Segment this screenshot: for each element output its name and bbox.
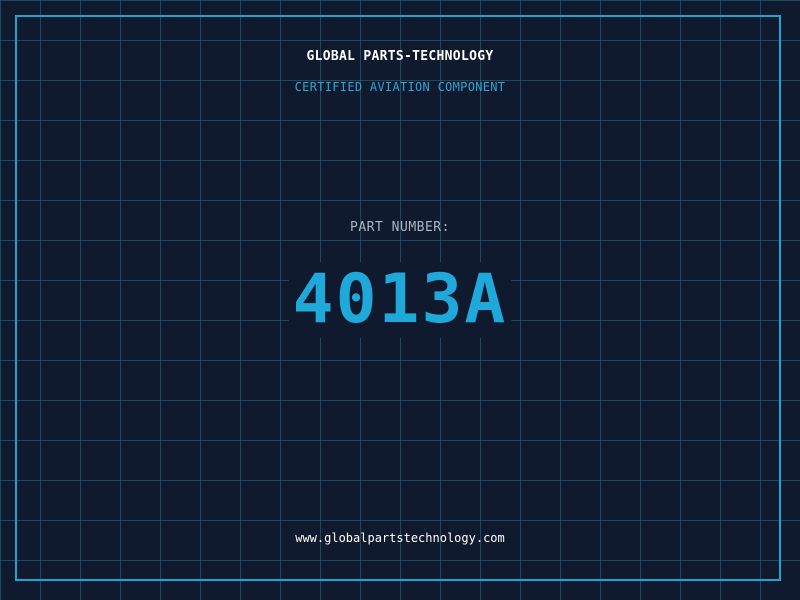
website-url: www.globalpartstechnology.com xyxy=(295,531,505,545)
part-number-value: 4013A xyxy=(288,262,512,338)
part-number-container: 4013A xyxy=(0,262,800,338)
certification-tagline: CERTIFIED AVIATION COMPONENT xyxy=(294,80,506,94)
company-name: GLOBAL PARTS-TECHNOLOGY xyxy=(306,49,494,64)
label-card: GLOBAL PARTS-TECHNOLOGY CERTIFIED AVIATI… xyxy=(0,0,800,600)
part-number-label: PART NUMBER: xyxy=(350,220,450,235)
